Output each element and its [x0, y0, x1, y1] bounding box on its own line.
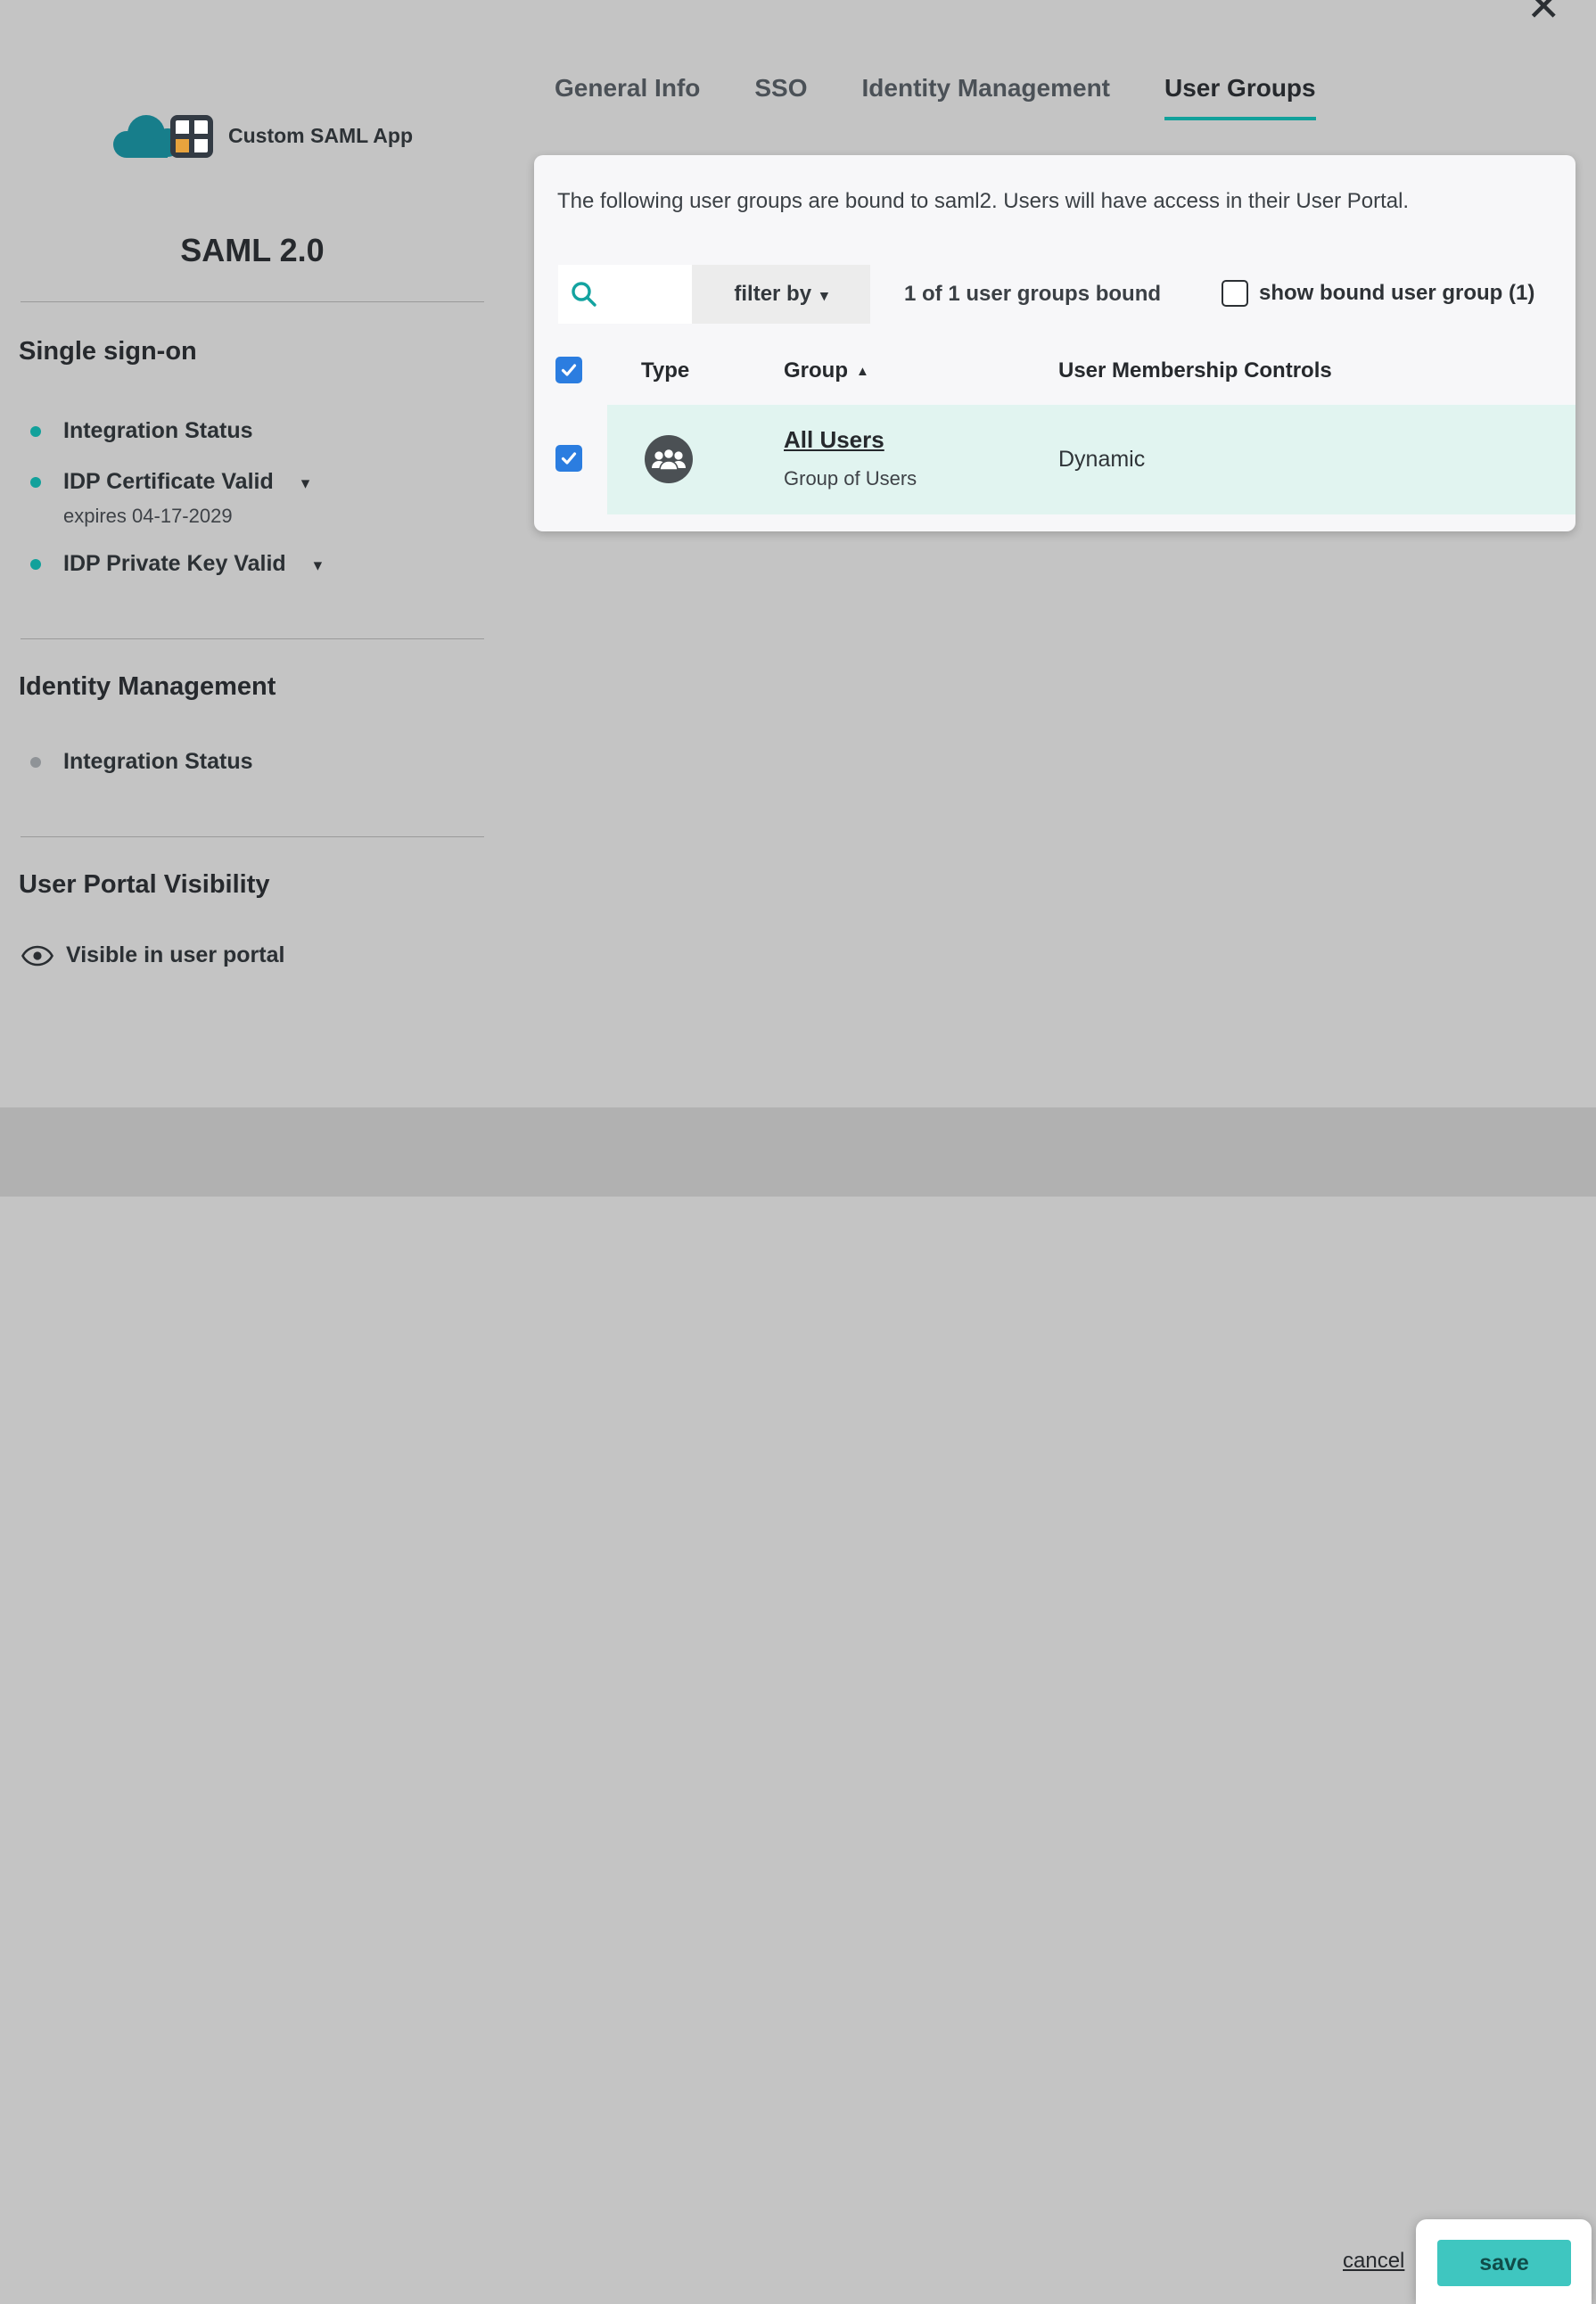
show-bound-label: show bound user group (1) [1259, 281, 1534, 306]
user-groups-panel: The following user groups are bound to s… [534, 155, 1575, 531]
group-link[interactable]: All Users [784, 426, 884, 454]
filter-by-dropdown[interactable]: filter by ▾ [692, 265, 870, 324]
eye-icon [21, 945, 53, 967]
column-header-user-membership-controls: User Membership Controls [1058, 358, 1332, 383]
row-checkbox[interactable] [555, 445, 582, 472]
sso-section-heading: Single sign-on [19, 337, 197, 366]
save-card: save [1416, 2219, 1592, 2304]
status-dot-icon [30, 559, 41, 570]
cancel-button[interactable]: cancel [1343, 2249, 1404, 2274]
save-button[interactable]: save [1437, 2240, 1571, 2286]
user-portal-visibility-row: Visible in user portal [21, 942, 284, 968]
column-header-group[interactable]: Group ▲ [784, 358, 869, 383]
user-group-avatar-icon [645, 435, 693, 483]
sidebar-item-im-integration-status: Integration Status [30, 749, 253, 775]
footer-bar: cancel save [0, 1107, 1596, 1197]
divider [21, 638, 484, 639]
protocol-title: SAML 2.0 [21, 232, 484, 269]
app-config-tabs: General Info SSO Identity Management Use… [555, 74, 1316, 120]
search-icon [571, 281, 597, 308]
sidebar-item-idp-certificate-valid[interactable]: IDP Certificate Valid ▾ [30, 469, 309, 495]
filter-by-label: filter by [734, 282, 811, 307]
sidebar-item-sso-integration-status: Integration Status [30, 418, 253, 444]
sort-asc-icon: ▲ [856, 364, 869, 379]
membership-controls-value: Dynamic [1058, 447, 1145, 473]
tab-sso[interactable]: SSO [754, 74, 807, 120]
search-input[interactable] [605, 283, 685, 306]
close-icon[interactable]: ✕ [1526, 0, 1561, 27]
tab-identity-management[interactable]: Identity Management [862, 74, 1110, 120]
chevron-down-icon: ▾ [820, 287, 828, 305]
identity-management-section-heading: Identity Management [19, 672, 276, 702]
visibility-label: Visible in user portal [66, 942, 284, 968]
show-bound-filter[interactable]: show bound user group (1) [1222, 280, 1534, 307]
tab-user-groups[interactable]: User Groups [1164, 74, 1316, 120]
status-dot-icon [30, 426, 41, 437]
check-icon [560, 361, 578, 379]
tab-general-info[interactable]: General Info [555, 74, 700, 120]
app-logo: Custom SAML App [105, 107, 413, 164]
sidebar-item-idp-private-key-valid[interactable]: IDP Private Key Valid ▾ [30, 551, 322, 577]
user-portal-visibility-heading: User Portal Visibility [19, 870, 270, 900]
bound-count-text: 1 of 1 user groups bound [904, 282, 1161, 307]
status-dot-icon [30, 757, 41, 768]
certificate-expiry-text: expires 04-17-2029 [63, 505, 233, 528]
status-dot-icon [30, 477, 41, 488]
custom-saml-app-icon [105, 107, 221, 164]
search-box[interactable] [558, 265, 692, 324]
check-icon [560, 449, 578, 467]
panel-intro-text: The following user groups are bound to s… [557, 189, 1409, 214]
divider [21, 301, 484, 302]
search-filter-group: filter by ▾ [558, 265, 870, 324]
app-logo-label: Custom SAML App [228, 124, 413, 148]
chevron-down-icon[interactable]: ▾ [314, 555, 323, 576]
select-all-checkbox[interactable] [555, 357, 582, 383]
column-header-type: Type [641, 358, 689, 383]
chevron-down-icon[interactable]: ▾ [301, 473, 310, 494]
show-bound-checkbox[interactable] [1222, 280, 1248, 307]
group-subtitle: Group of Users [784, 467, 917, 490]
divider [21, 836, 484, 837]
